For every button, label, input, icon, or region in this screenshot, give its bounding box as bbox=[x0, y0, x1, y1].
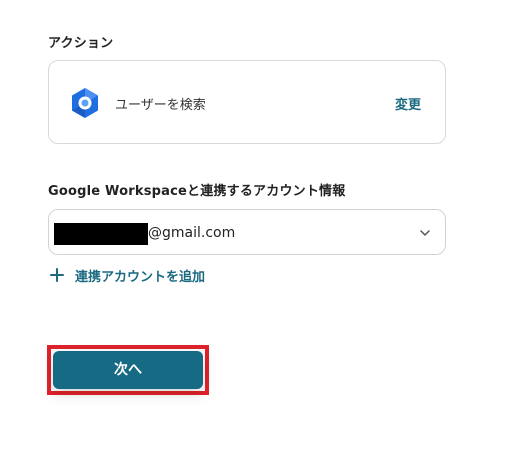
account-section-label: Google Workspaceと連携するアカウント情報 bbox=[48, 184, 346, 199]
add-account-link[interactable]: 連携アカウントを追加 bbox=[50, 265, 205, 285]
redacted-text bbox=[54, 223, 148, 245]
google-workspace-hexagon-icon bbox=[72, 88, 98, 118]
plus-icon bbox=[50, 268, 64, 282]
action-section-label: アクション bbox=[48, 36, 114, 51]
action-card: ユーザーを検索 変更 bbox=[48, 60, 446, 144]
page: アクション ユーザーを検索 変更 Google Workspaceと連携するアカ… bbox=[0, 0, 517, 462]
change-action-link[interactable]: 変更 bbox=[395, 94, 421, 113]
account-select-dropdown[interactable]: @gmail.com bbox=[48, 209, 446, 255]
next-button[interactable]: 次へ bbox=[53, 351, 203, 389]
selected-account-value: @gmail.com bbox=[148, 225, 236, 241]
add-account-label: 連携アカウントを追加 bbox=[75, 269, 206, 285]
action-name: ユーザーを検索 bbox=[115, 98, 206, 113]
chevron-down-icon bbox=[420, 230, 430, 236]
